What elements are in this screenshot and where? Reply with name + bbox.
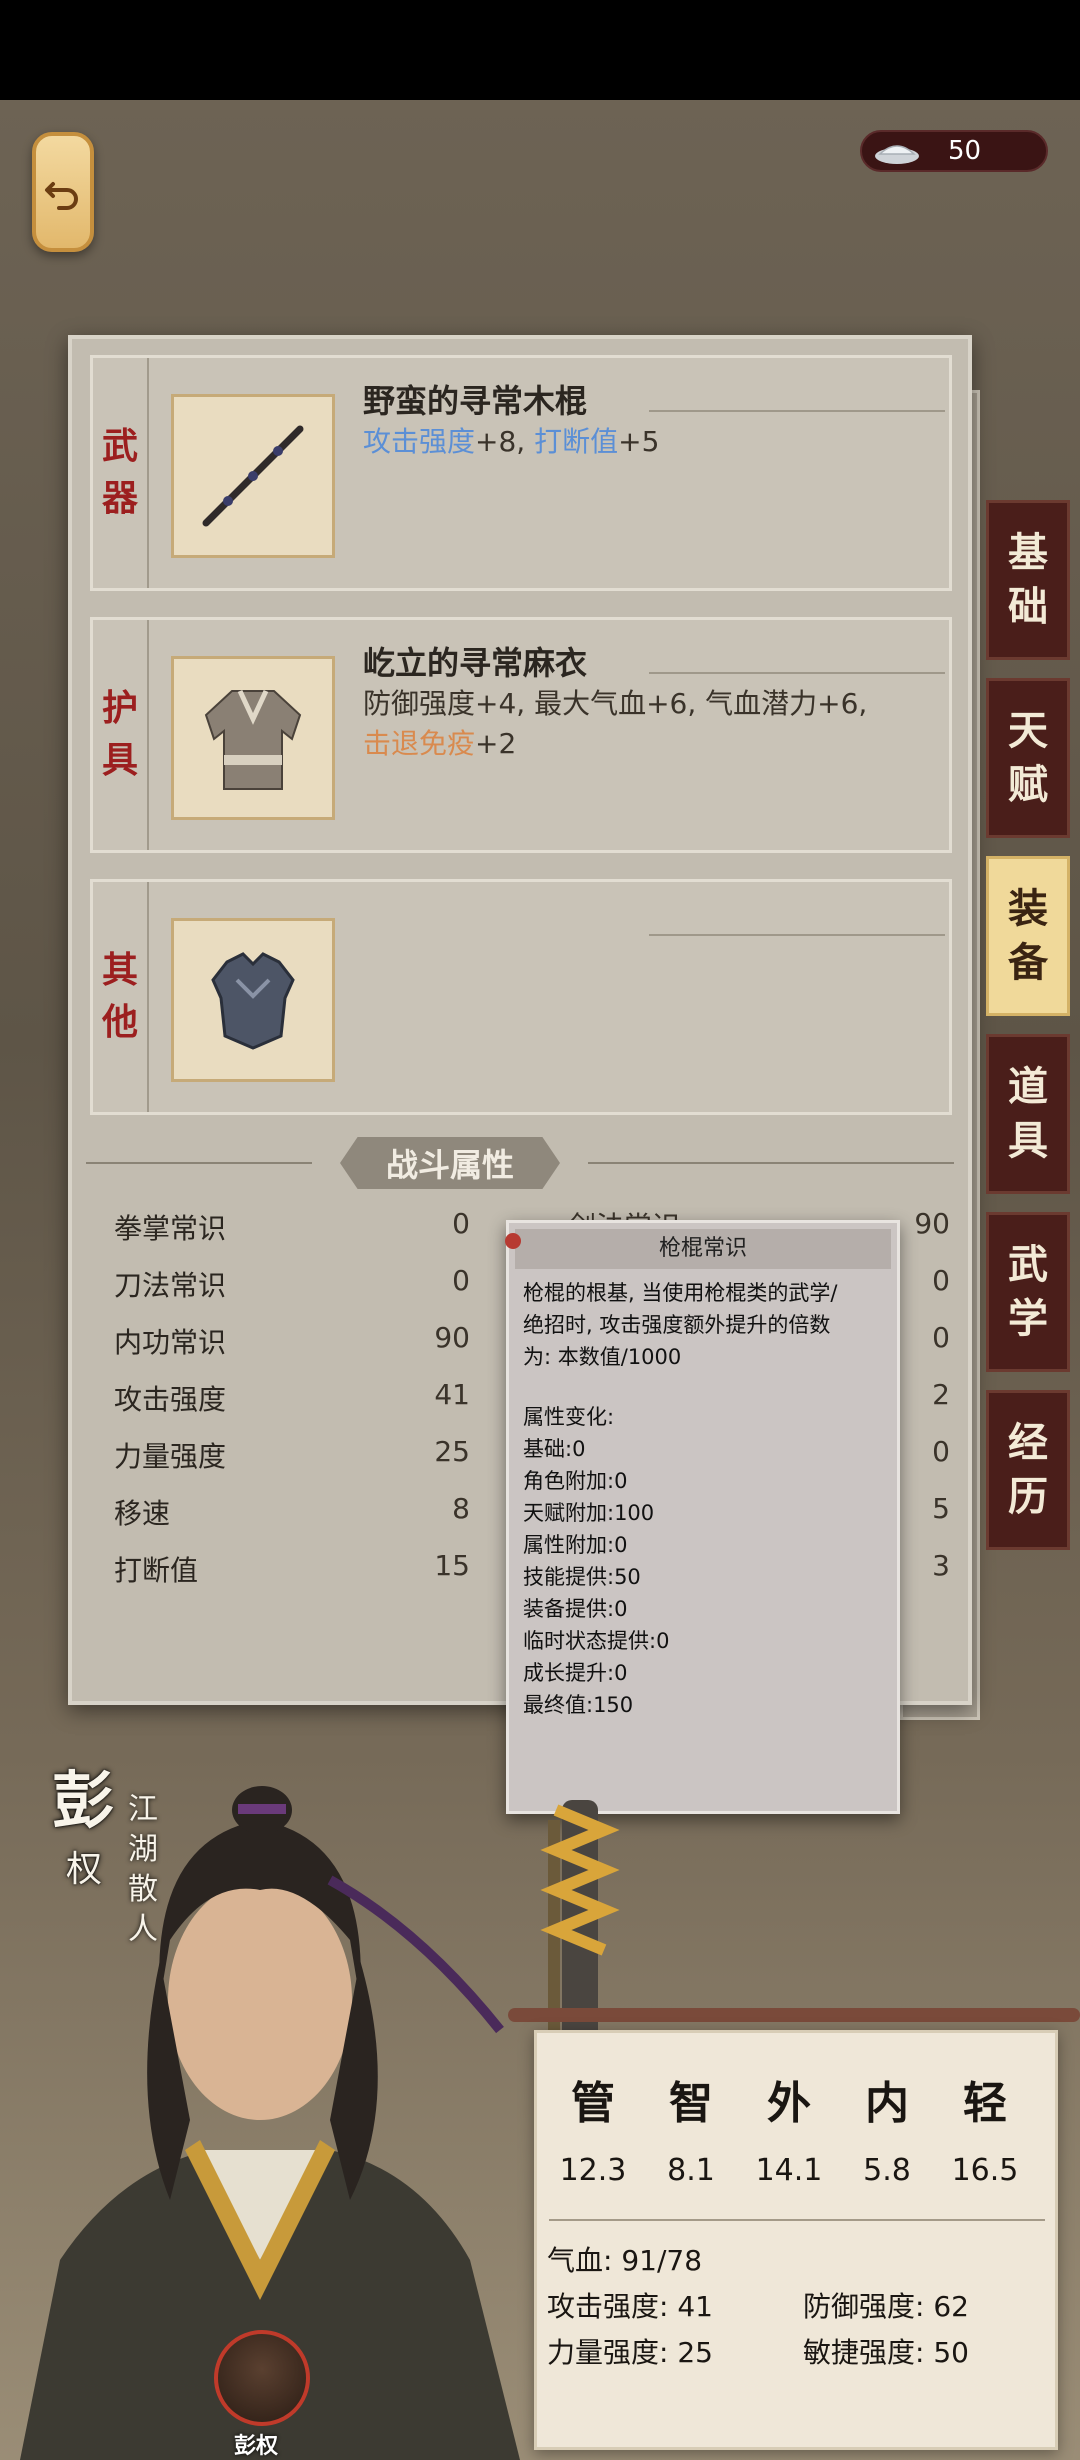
back-arrow-icon bbox=[45, 182, 78, 210]
armor-slot[interactable] bbox=[171, 656, 335, 820]
equip-category-other: 其 他 bbox=[93, 882, 149, 1112]
stat-value: 90 bbox=[914, 1207, 950, 1240]
robe-icon bbox=[204, 689, 302, 790]
tab-history[interactable]: 经历 bbox=[986, 1390, 1070, 1550]
stat-row: 拳掌常识 0 bbox=[114, 1207, 470, 1245]
staff-decoration bbox=[540, 1800, 620, 2040]
attack-stat: 攻击强度: 41 bbox=[547, 2290, 713, 2323]
stat-value: 5 bbox=[932, 1492, 950, 1525]
tab-martial-arts[interactable]: 武学 bbox=[986, 1212, 1070, 1372]
stat-value: 0 bbox=[932, 1264, 950, 1297]
attr-head: 智 bbox=[669, 2078, 713, 2129]
attr-value: 8.1 bbox=[667, 2153, 715, 2188]
attr-value: 12.3 bbox=[559, 2153, 627, 2188]
attr-head: 管 bbox=[571, 2078, 615, 2129]
avatar-name: 彭权 bbox=[234, 2434, 279, 2459]
stat-value: 3 bbox=[932, 1549, 950, 1582]
tooltip-description: 枪棍的根基, 当使用枪棍类的武学/ 绝招时, 攻击强度额外提升的倍数 为: 本数… bbox=[523, 1281, 838, 1369]
stat-value: 2 bbox=[932, 1378, 950, 1411]
scroll-rod bbox=[508, 2008, 1080, 2022]
status-bar bbox=[0, 0, 1080, 100]
chest-armor-icon bbox=[211, 952, 295, 1050]
equip-category-armor: 护 具 bbox=[93, 620, 149, 850]
agility-stat: 敏捷强度: 50 bbox=[803, 2336, 969, 2369]
stat-row: 刀法常识 0 bbox=[114, 1264, 470, 1302]
stat-value: 0 bbox=[932, 1321, 950, 1354]
equip-stats: 防御强度+4, 最大气血+6, 气血潜力+6, 击退免疫+2 bbox=[363, 687, 868, 760]
stat-row: 内功常识 90 bbox=[114, 1321, 470, 1359]
attr-value: 14.1 bbox=[755, 2153, 823, 2188]
silver-amount: 50 bbox=[948, 136, 982, 166]
divider bbox=[86, 1162, 312, 1164]
stat-tooltip: 枪棍常识 枪棍的根基, 当使用枪棍类的武学/ 绝招时, 攻击强度额外提升的倍数 … bbox=[505, 1220, 900, 1814]
attr-value: 16.5 bbox=[951, 2153, 1019, 2188]
divider bbox=[549, 2219, 1045, 2221]
silver-currency: 50 bbox=[860, 130, 1048, 172]
strength-stat: 力量强度: 25 bbox=[547, 2336, 713, 2369]
attr-head: 轻 bbox=[963, 2078, 1007, 2129]
combat-attributes-header: 战斗属性 bbox=[312, 1135, 588, 1191]
weapon-slot[interactable] bbox=[171, 394, 335, 558]
stat-row: 攻击强度 41 bbox=[114, 1378, 470, 1416]
equip-stats: 攻击强度+8, 打断值+5 bbox=[363, 425, 660, 458]
divider bbox=[588, 1162, 954, 1164]
hp-stat: 气血: 91/78 bbox=[547, 2244, 703, 2277]
character-title: 江 湖 散 人 bbox=[128, 1792, 158, 1947]
equip-row-other[interactable]: 其 他 bbox=[90, 879, 952, 1115]
stat-row: 力量强度 25 bbox=[114, 1435, 470, 1473]
silver-ingot-icon bbox=[875, 145, 919, 164]
attr-head: 内 bbox=[865, 2078, 909, 2129]
equip-row-weapon[interactable]: 武 器 野蛮的寻常木棍 攻击强度+8, 打断值+5 bbox=[90, 355, 952, 591]
equip-row-armor[interactable]: 护 具 屹立的寻常麻衣 防御强度+4, 最大气血+6, 气血潜力+6, 击退免疫… bbox=[90, 617, 952, 853]
equip-name: 屹立的寻常麻衣 bbox=[363, 644, 588, 682]
equip-name: 野蛮的寻常木棍 bbox=[363, 382, 588, 420]
defense-stat: 防御强度: 62 bbox=[803, 2290, 969, 2323]
stat-value: 0 bbox=[932, 1435, 950, 1468]
tooltip-breakdown: 属性变化: 基础:0 角色附加:0 天赋附加:100 属性附加:0 技能提供:5… bbox=[523, 1405, 670, 1717]
stat-row: 打断值 15 bbox=[114, 1549, 470, 1587]
divider bbox=[649, 934, 945, 936]
character-avatar[interactable] bbox=[214, 2330, 310, 2426]
tooltip-title: 枪棍常识 bbox=[515, 1229, 891, 1269]
tab-basics[interactable]: 基础 bbox=[986, 500, 1070, 660]
equip-category-weapon: 武 器 bbox=[93, 358, 149, 588]
pin-icon bbox=[505, 1233, 521, 1249]
divider bbox=[649, 410, 945, 412]
attr-head: 外 bbox=[767, 2078, 811, 2129]
attributes-panel: 管 智 外 内 轻 12.3 8.1 14.1 5.8 16.5 气血: 91/… bbox=[534, 2030, 1058, 2450]
back-button[interactable] bbox=[32, 132, 94, 252]
other-slot[interactable] bbox=[171, 918, 335, 1082]
tab-items[interactable]: 道具 bbox=[986, 1034, 1070, 1194]
staff-icon bbox=[202, 425, 304, 527]
tab-equipment[interactable]: 装备 bbox=[986, 856, 1070, 1016]
tab-talent[interactable]: 天赋 bbox=[986, 678, 1070, 838]
character-name: 彭 权 bbox=[52, 1764, 115, 1890]
stat-row: 移速 8 bbox=[114, 1492, 470, 1530]
attr-value: 5.8 bbox=[863, 2153, 911, 2188]
divider bbox=[649, 672, 945, 674]
